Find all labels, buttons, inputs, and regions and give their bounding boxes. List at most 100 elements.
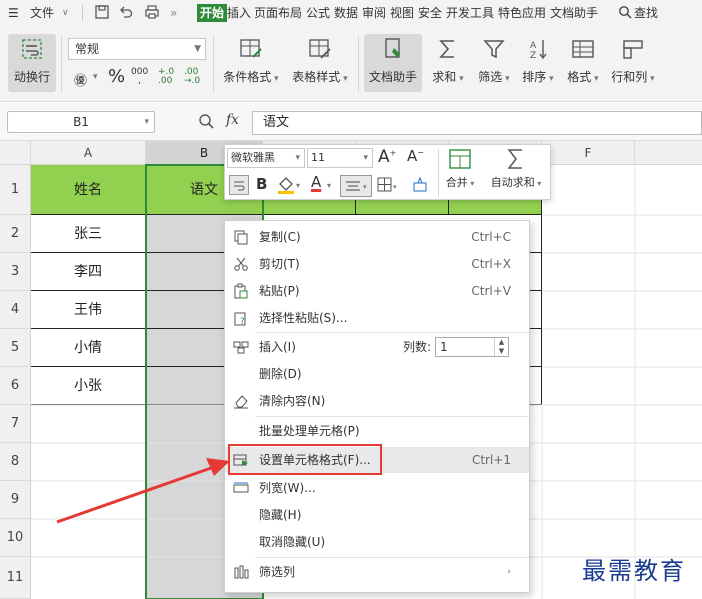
menu-item-filter-column[interactable]: 筛选列 ›	[225, 559, 529, 585]
align-center-button[interactable]: ▾	[340, 175, 372, 197]
font-color-button[interactable]: A	[311, 173, 321, 191]
scissors-icon	[234, 257, 248, 271]
tab-view[interactable]: 视图	[390, 4, 414, 22]
table-style-icon	[309, 39, 331, 59]
search-button[interactable]: 查找	[634, 4, 658, 22]
percent-button[interactable]: %	[108, 66, 125, 87]
tab-formulas[interactable]: 公式	[306, 4, 330, 22]
save-icon[interactable]	[94, 4, 110, 22]
menu-item-cut[interactable]: 剪切(T) Ctrl+X	[225, 251, 529, 277]
grow-font-button[interactable]: A+	[378, 147, 396, 167]
increase-decimal-label: +.0	[158, 67, 175, 77]
row-col-button[interactable]: 行和列 ▾	[608, 34, 658, 92]
font-size-select[interactable]: 11 ▾	[307, 148, 373, 168]
zoom-icon[interactable]	[198, 113, 214, 132]
chevron-down-icon[interactable]: ▾	[93, 72, 98, 82]
ribbon: 动换行 常规 ▼ ㊝ ▾ % 000, +.0.00 .00 →.0 条件格式 ▾…	[0, 26, 702, 102]
menu-item-unhide[interactable]: 取消隐藏(U)	[225, 529, 529, 555]
wrap-icon[interactable]	[229, 175, 249, 195]
file-menu[interactable]: 文件	[30, 4, 54, 22]
more-icon[interactable]: »	[170, 4, 177, 22]
menu-item-copy[interactable]: 复制(C) Ctrl+C	[225, 224, 529, 250]
delete-label: 删除(D)	[259, 367, 302, 381]
hamburger-icon[interactable]: ☰	[8, 4, 19, 22]
tab-featured-apps[interactable]: 特色应用	[498, 4, 546, 22]
autosum-button[interactable]: 自动求和 ▾	[487, 147, 545, 190]
filter-column-icon	[234, 565, 249, 579]
paste-special-label: 选择性粘贴(S)...	[259, 311, 348, 325]
row-col-label: 行和列	[611, 70, 648, 84]
doc-helper-button[interactable]: 文档助手	[364, 34, 422, 92]
thousands-button[interactable]: 000,	[131, 68, 148, 86]
menu-item-clear[interactable]: 清除内容(N)	[225, 388, 529, 414]
sigma-icon	[439, 40, 454, 58]
tab-security[interactable]: 安全	[418, 4, 442, 22]
tab-review[interactable]: 审阅	[362, 4, 386, 22]
number-format-select[interactable]: 常规 ▼	[68, 38, 206, 60]
thousands-label: 000	[131, 67, 149, 77]
decrease-decimal-button[interactable]: .00 →.0	[184, 68, 200, 86]
print-icon[interactable]	[144, 4, 160, 22]
name-box[interactable]: B1 ▾	[7, 111, 155, 133]
formula-input[interactable]: 语文	[252, 111, 702, 135]
tab-page-layout[interactable]: 页面布局	[254, 4, 302, 22]
fill-color-icon[interactable]	[277, 175, 295, 198]
chevron-down-icon: ▾	[647, 74, 655, 84]
menu-item-paste[interactable]: 粘贴(P) Ctrl+V	[225, 278, 529, 304]
chevron-down-icon: ▾	[467, 179, 475, 188]
column-count-input[interactable]: 1 ▲ ▼	[435, 337, 509, 357]
border-icon[interactable]: ▾	[377, 177, 399, 196]
merge-button[interactable]: 合并 ▾	[443, 147, 477, 190]
shrink-font-label: A	[407, 147, 418, 165]
search-icon[interactable]	[618, 4, 632, 22]
chevron-down-icon[interactable]: ▾	[327, 181, 331, 190]
wrap-text-button[interactable]: 动换行	[8, 34, 56, 92]
chevron-down-icon[interactable]: ▾	[296, 181, 300, 190]
ribbon-divider	[358, 36, 359, 92]
formula-bar: B1 ▾ fx 语文	[0, 103, 702, 141]
highlight-box	[228, 444, 382, 475]
format-button[interactable]: 格式 ▾	[562, 34, 604, 92]
menu-item-batch[interactable]: 批量处理单元格(P)	[225, 418, 529, 444]
function-button[interactable]: fx	[226, 112, 239, 128]
copy-label: 复制(C)	[259, 230, 301, 244]
filter-column-label: 筛选列	[259, 565, 296, 579]
chevron-down-icon: ▾	[502, 74, 510, 84]
svg-text:▾: ▾	[363, 183, 367, 191]
stepper-arrows-icon[interactable]: ▲ ▼	[494, 338, 508, 356]
conditional-format-button[interactable]: 条件格式 ▾	[220, 34, 282, 92]
menu-item-paste-special[interactable]: ? 选择性粘贴(S)...	[225, 305, 529, 331]
font-select[interactable]: 微软雅黑 ▾	[227, 148, 305, 168]
shrink-font-button[interactable]: A−	[407, 147, 424, 165]
doc-helper-label: 文档助手	[368, 70, 417, 84]
filter-label: 筛选	[478, 70, 503, 84]
column-count-label: 列数:	[403, 340, 432, 354]
tab-doc-helper[interactable]: 文档助手	[550, 4, 598, 22]
increase-decimal-button[interactable]: +.0.00	[158, 68, 174, 86]
menu-item-delete[interactable]: 删除(D)	[225, 361, 529, 387]
currency-icon[interactable]: ㊝	[74, 70, 87, 89]
conditional-format-icon	[240, 39, 262, 58]
undo-icon[interactable]	[118, 4, 134, 22]
sort-button[interactable]: AZ 排序 ▾	[518, 34, 558, 92]
paste-special-icon: ?	[234, 312, 246, 326]
tab-insert[interactable]: 插入	[227, 4, 251, 22]
menu-item-column-width[interactable]: 列宽(W)...	[225, 475, 529, 501]
menu-bar: ☰ 文件 ∨ » 开始 插入 页面布局 公式 数据 审阅 视图 安全 开发工具 …	[0, 0, 702, 26]
menu-divider	[82, 5, 83, 21]
bold-button[interactable]: B	[256, 175, 267, 193]
chevron-down-icon: ▾	[295, 153, 300, 163]
format-icon	[572, 40, 594, 58]
column-count-value: 1	[440, 340, 448, 354]
menu-item-hide[interactable]: 隐藏(H)	[225, 502, 529, 528]
tab-data[interactable]: 数据	[334, 4, 358, 22]
tab-developer[interactable]: 开发工具	[446, 4, 494, 22]
table-style-button[interactable]: 表格样式 ▾	[289, 34, 351, 92]
menu-item-insert[interactable]: 插入(I) 列数: 1 ▲ ▼	[225, 334, 529, 360]
sum-button[interactable]: 求和 ▾	[428, 34, 468, 92]
filter-button[interactable]: 筛选 ▾	[474, 34, 514, 92]
chevron-down-icon: ▾	[363, 153, 368, 163]
chevron-down-icon[interactable]: ∨	[62, 4, 69, 22]
tab-home[interactable]: 开始	[197, 4, 228, 22]
clear-format-icon[interactable]	[411, 176, 429, 196]
